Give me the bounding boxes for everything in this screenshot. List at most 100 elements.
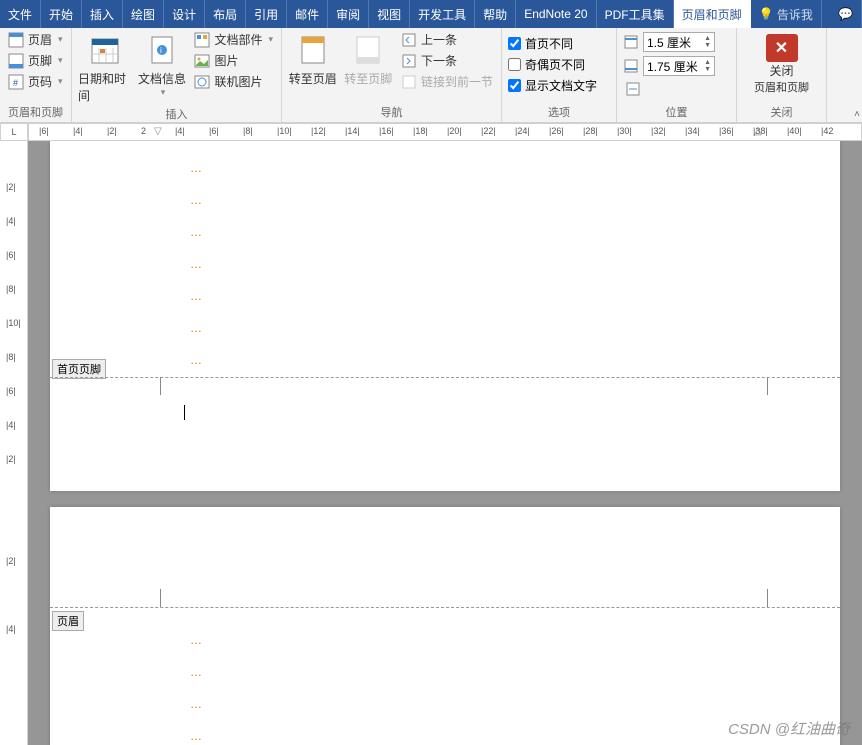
document-canvas[interactable]: … … … … … … … 首页页脚 页眉 … … … … [28,141,862,745]
docparts-label: 文档部件 [214,31,262,48]
show-doc-text[interactable]: 显示文档文字 [508,76,597,95]
datetime-label: 日期和时间 [78,70,131,104]
close-label-1: 关闭 [769,62,793,79]
ruler-tick: |38| [753,126,768,136]
docinfo-icon: i [146,34,178,66]
ruler-tick: |2| [6,454,16,464]
tab-selector[interactable]: L [0,123,28,141]
tab-mailings[interactable]: 邮件 [287,0,328,28]
insert-align-tab[interactable] [623,80,715,98]
ruler-tick: |10| [6,318,21,328]
close-label-2: 页眉和页脚 [754,79,809,95]
ruler-tick: |12| [311,126,326,136]
onlinepic-button[interactable]: 联机图片 [192,72,275,91]
ruler-tick: |32| [651,126,666,136]
tab-review[interactable]: 审阅 [328,0,369,28]
tab-references[interactable]: 引用 [246,0,287,28]
goto-footer-button[interactable]: 转至页脚 [343,30,392,87]
ruler-tick: |16| [379,126,394,136]
align-tab-icon [625,81,641,97]
first-page-different[interactable]: 首页不同 [508,34,597,53]
footer-bottom-value: 1.75 厘米 [647,58,698,75]
footer-from-bottom[interactable]: 1.75 厘米 ▲▼ [623,56,715,76]
tab-insert[interactable]: 插入 [82,0,123,28]
tab-endnote[interactable]: EndNote 20 [516,0,596,28]
ruler-tick: |30| [617,126,632,136]
next-button[interactable]: 下一条 [399,51,495,70]
header-button[interactable]: 页眉 [6,30,65,49]
ruler-tick: |26| [549,126,564,136]
collapse-ribbon-icon[interactable]: ˄ [854,109,860,120]
close-header-footer-button[interactable]: ✕ 关闭 页眉和页脚 [743,30,820,95]
indent-marker-icon[interactable]: ▽ [154,126,162,137]
text-cursor [184,405,185,420]
footer-guide [160,377,161,395]
group-header-footer: 页眉 页脚 #页码 页眉和页脚 [0,28,72,122]
ruler-tick: |6| [209,126,219,136]
top-margin-icon [623,34,639,50]
ruler-tick: |20| [447,126,462,136]
ruler-tick: |4| [6,420,16,430]
tab-design[interactable]: 设计 [164,0,205,28]
picture-button[interactable]: 图片 [192,51,275,70]
previous-button[interactable]: 上一条 [399,30,495,49]
group-navigation: 转至页眉 转至页脚 上一条 下一条 链接到前一节 导航 [282,28,502,122]
link-previous-label: 链接到前一节 [421,73,493,90]
show-text-checkbox[interactable] [508,79,521,92]
content-ellipsis: … [190,193,202,207]
spinner-icon[interactable]: ▲▼ [704,35,711,49]
content-ellipsis: … [190,729,202,743]
datetime-button[interactable]: 日期和时间 [78,30,131,104]
ruler-tick: |4| [6,216,16,226]
previous-label: 上一条 [421,31,457,48]
header-boundary [50,607,840,608]
tell-me[interactable]: 💡 告诉我 [751,0,822,28]
vertical-ruler[interactable]: |2||4||6||8||10||8||6||4||2||2||4| [0,141,28,745]
tab-draw[interactable]: 绘图 [123,0,164,28]
tab-view[interactable]: 视图 [369,0,410,28]
tab-pdf[interactable]: PDF工具集 [597,0,674,28]
content-ellipsis: … [190,321,202,335]
group-insert: 日期和时间 i 文档信息 文档部件 图片 联机图片 插入 [72,28,282,122]
ruler-tick: |6| [6,386,16,396]
odd-even-checkbox[interactable] [508,58,521,71]
spinner-icon[interactable]: ▲▼ [704,59,711,73]
goto-footer-label: 转至页脚 [344,70,392,87]
docinfo-label: 文档信息 [138,70,186,87]
docinfo-button[interactable]: i 文档信息 [137,30,186,98]
horizontal-ruler[interactable]: ▽ △ |6||4||2|2|4||6||8||10||12||14||16||… [28,123,862,141]
first-page-checkbox[interactable] [508,37,521,50]
tab-developer[interactable]: 开发工具 [410,0,475,28]
tab-help[interactable]: 帮助 [475,0,516,28]
link-previous-button[interactable]: 链接到前一节 [399,72,495,91]
next-label: 下一条 [421,52,457,69]
ruler-tick: |40| [787,126,802,136]
odd-even-different[interactable]: 奇偶页不同 [508,55,597,74]
footer-button[interactable]: 页脚 [6,51,65,70]
ruler-tick: |10| [277,126,292,136]
goto-header-icon [297,34,329,66]
content-ellipsis: … [190,633,202,647]
content-ellipsis: … [190,353,202,367]
work-area: |2||4||6||8||10||8||6||4||2||2||4| … … …… [0,141,862,745]
tab-file[interactable]: 文件 [0,0,41,28]
tab-layout[interactable]: 布局 [205,0,246,28]
header-icon [8,32,24,48]
docparts-button[interactable]: 文档部件 [192,30,275,49]
first-page-footer-tag: 首页页脚 [52,359,106,379]
ruler-tick: 2 [141,126,146,136]
group-label: 选项 [508,102,610,122]
tab-home[interactable]: 开始 [41,0,82,28]
ruler-tick: |4| [175,126,185,136]
picture-icon [194,53,210,69]
group-label: 导航 [288,102,495,122]
goto-header-button[interactable]: 转至页眉 [288,30,337,87]
group-close: ✕ 关闭 页眉和页脚 关闭 [737,28,827,122]
svg-text:#: # [13,78,18,88]
pagenum-button[interactable]: #页码 [6,72,65,91]
tab-header-footer[interactable]: 页眉和页脚 [674,0,751,28]
comments-button[interactable]: 💬 [830,0,862,28]
ruler-tick: |8| [6,352,16,362]
footer-icon [8,53,24,69]
header-from-top[interactable]: 1.5 厘米▲▼ [623,32,715,52]
